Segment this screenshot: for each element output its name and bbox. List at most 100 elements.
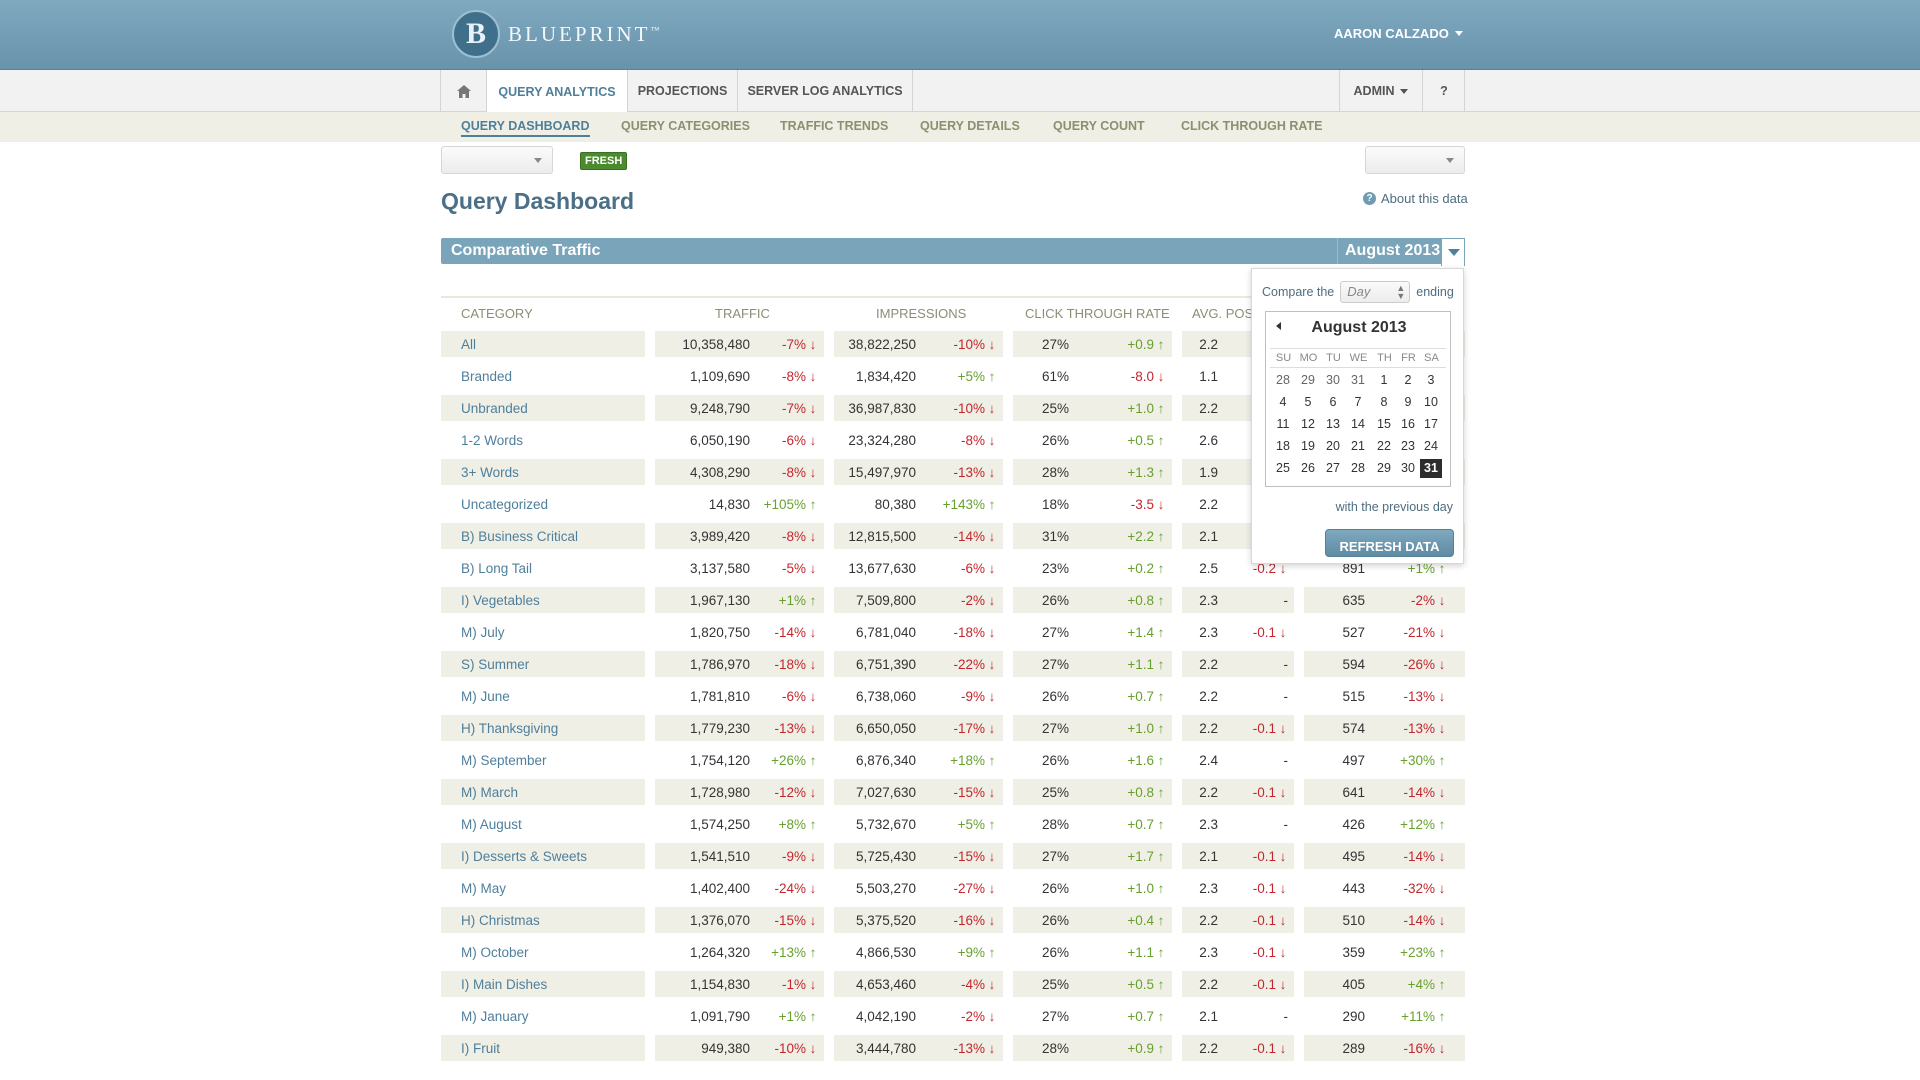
table-row[interactable]: H) Christmas 1,376,070 -15% ↓ 5,375,520 -16% ↓…: [441, 907, 1465, 933]
calendar-day[interactable]: 20: [1322, 437, 1344, 456]
calendar-day[interactable]: 21: [1347, 437, 1369, 456]
filter-select[interactable]: [441, 146, 553, 174]
tab-server-log-analytics[interactable]: SERVER LOG ANALYTICS: [738, 70, 913, 112]
calendar-day[interactable]: 14: [1347, 415, 1369, 434]
calendar-day[interactable]: 19: [1297, 437, 1319, 456]
calendar-day[interactable]: 30: [1322, 371, 1344, 390]
calendar-day[interactable]: 22: [1373, 437, 1395, 456]
table-row[interactable]: S) Summer 1,786,970 -18% ↓ 6,751,390 -22% ↓ 27%…: [441, 651, 1465, 677]
calendar-day[interactable]: 7: [1347, 393, 1369, 412]
about-data-link[interactable]: ? About this data: [1363, 191, 1468, 206]
category-cell[interactable]: M) August: [441, 811, 645, 837]
calendar-day[interactable]: 10: [1420, 393, 1442, 412]
calendar-day[interactable]: 15: [1373, 415, 1395, 434]
calendar-day[interactable]: 26: [1297, 459, 1319, 478]
category-cell[interactable]: M) October: [441, 939, 645, 965]
calendar-day[interactable]: 30: [1397, 459, 1419, 478]
table-row[interactable]: I) Vegetables 1,967,130 +1% ↑ 7,509,800 -2% ↓ 2…: [441, 587, 1465, 613]
calendar-day[interactable]: 9: [1397, 393, 1419, 412]
calendar-day[interactable]: 31: [1347, 371, 1369, 390]
calendar-day[interactable]: 24: [1420, 437, 1442, 456]
calendar-day[interactable]: 2: [1397, 371, 1419, 390]
category-cell[interactable]: M) July: [441, 619, 645, 645]
calendar-day[interactable]: 13: [1322, 415, 1344, 434]
calendar-day[interactable]: 28: [1272, 371, 1294, 390]
calendar-day[interactable]: 25: [1272, 459, 1294, 478]
admin-menu[interactable]: ADMIN: [1339, 70, 1422, 112]
calendar-day[interactable]: 27: [1322, 459, 1344, 478]
category-cell[interactable]: Unbranded: [441, 395, 645, 421]
traffic-change: +1% ↑: [779, 1009, 818, 1024]
category-cell[interactable]: I) Vegetables: [441, 587, 645, 613]
avg-position-value: 2.5: [1199, 561, 1218, 576]
table-row[interactable]: M) May 1,402,400 -24% ↓ 5,503,270 -27% ↓ 26% +1.…: [441, 875, 1465, 901]
calendar-day[interactable]: 29: [1297, 371, 1319, 390]
home-nav-button[interactable]: [441, 70, 487, 112]
traffic-cell: 14,830 +105% ↑: [655, 491, 824, 517]
table-row[interactable]: M) January 1,091,790 +1% ↑ 4,042,190 -2% ↓ 27% +…: [441, 1003, 1465, 1029]
calendar-day[interactable]: 18: [1272, 437, 1294, 456]
tab-query-analytics[interactable]: QUERY ANALYTICS: [487, 70, 628, 113]
subnav-query-details[interactable]: QUERY DETAILS: [920, 119, 1020, 133]
table-row[interactable]: M) June 1,781,810 -6% ↓ 6,738,060 -9% ↓ 26% +0.7…: [441, 683, 1465, 709]
category-cell[interactable]: B) Long Tail: [441, 555, 645, 581]
category-cell[interactable]: M) June: [441, 683, 645, 709]
category-cell[interactable]: Branded: [441, 363, 645, 389]
category-cell[interactable]: Uncategorized: [441, 491, 645, 517]
category-cell[interactable]: 1-2 Words: [441, 427, 645, 453]
subnav-query-dashboard[interactable]: QUERY DASHBOARD: [461, 119, 590, 137]
category-cell[interactable]: I) Main Dishes: [441, 971, 645, 997]
calendar-day[interactable]: 5: [1297, 393, 1319, 412]
subnav-click-through-rate[interactable]: CLICK THROUGH RATE: [1181, 119, 1322, 133]
table-row[interactable]: H) Thanksgiving 1,779,230 -13% ↓ 6,650,050 -1…: [441, 715, 1465, 741]
extra-change: -13% ↓: [1403, 721, 1447, 736]
table-row[interactable]: I) Main Dishes 1,154,830 -1% ↓ 4,653,460 -4% ↓…: [441, 971, 1465, 997]
avg-position-change: -0.1 ↓: [1253, 721, 1288, 736]
calendar-day[interactable]: 17: [1420, 415, 1442, 434]
calendar-day[interactable]: 12: [1297, 415, 1319, 434]
tab-projections[interactable]: PROJECTIONS: [628, 70, 738, 112]
category-cell[interactable]: M) May: [441, 875, 645, 901]
calendar-day[interactable]: 1: [1373, 371, 1395, 390]
user-menu[interactable]: AARON CALZADO: [1334, 26, 1463, 41]
table-row[interactable]: M) September 1,754,120 +26% ↑ 6,876,340 +18% ↑…: [441, 747, 1465, 773]
calendar-day[interactable]: 31: [1420, 459, 1442, 478]
avg-position-value: 2.2: [1199, 689, 1218, 704]
table-row[interactable]: I) Fruit 949,380 -10% ↓ 3,444,780 -13% ↓ 28% +0.…: [441, 1035, 1465, 1061]
table-row[interactable]: M) August 1,574,250 +8% ↑ 5,732,670 +5% ↑ 28% +0…: [441, 811, 1465, 837]
category-cell[interactable]: I) Desserts & Sweets: [441, 843, 645, 869]
calendar-day[interactable]: 29: [1373, 459, 1395, 478]
table-row[interactable]: M) March 1,728,980 -12% ↓ 7,027,630 -15% ↓ 25% +…: [441, 779, 1465, 805]
calendar-day[interactable]: 6: [1322, 393, 1344, 412]
logo[interactable]: B BLUEPRINT™: [452, 10, 662, 58]
category-cell[interactable]: H) Thanksgiving: [441, 715, 645, 741]
refresh-data-button[interactable]: REFRESH DATA: [1325, 529, 1454, 557]
category-cell[interactable]: M) March: [441, 779, 645, 805]
calendar-day[interactable]: 23: [1397, 437, 1419, 456]
table-row[interactable]: M) October 1,264,320 +13% ↑ 4,866,530 +9% ↑ 26%…: [441, 939, 1465, 965]
category-cell[interactable]: M) January: [441, 1003, 645, 1029]
category-cell[interactable]: S) Summer: [441, 651, 645, 677]
view-select[interactable]: [1365, 146, 1465, 174]
category-cell[interactable]: H) Christmas: [441, 907, 645, 933]
table-row[interactable]: I) Desserts & Sweets 1,541,510 -9% ↓ 5,725,4…: [441, 843, 1465, 869]
calendar-day[interactable]: 3: [1420, 371, 1442, 390]
category-cell[interactable]: All: [441, 331, 645, 357]
category-cell[interactable]: M) September: [441, 747, 645, 773]
calendar-day[interactable]: 8: [1373, 393, 1395, 412]
subnav-traffic-trends[interactable]: TRAFFIC TRENDS: [780, 119, 888, 133]
subnav-query-count[interactable]: QUERY COUNT: [1053, 119, 1145, 133]
subnav-query-categories[interactable]: QUERY CATEGORIES: [621, 119, 750, 133]
category-cell[interactable]: I) Fruit: [441, 1035, 645, 1061]
category-cell[interactable]: 3+ Words: [441, 459, 645, 485]
period-label[interactable]: August 2013: [1337, 238, 1441, 264]
period-dropdown-toggle[interactable]: [1441, 238, 1465, 266]
table-row[interactable]: M) July 1,820,750 -14% ↓ 6,781,040 -18% ↓ 27% +1…: [441, 619, 1465, 645]
calendar-day[interactable]: 4: [1272, 393, 1294, 412]
calendar-day[interactable]: 16: [1397, 415, 1419, 434]
calendar-day[interactable]: 28: [1347, 459, 1369, 478]
help-button[interactable]: ?: [1422, 70, 1465, 112]
calendar-day[interactable]: 11: [1272, 415, 1294, 434]
period-unit-select[interactable]: Day ▲ ▼: [1340, 281, 1411, 303]
category-cell[interactable]: B) Business Critical: [441, 523, 645, 549]
